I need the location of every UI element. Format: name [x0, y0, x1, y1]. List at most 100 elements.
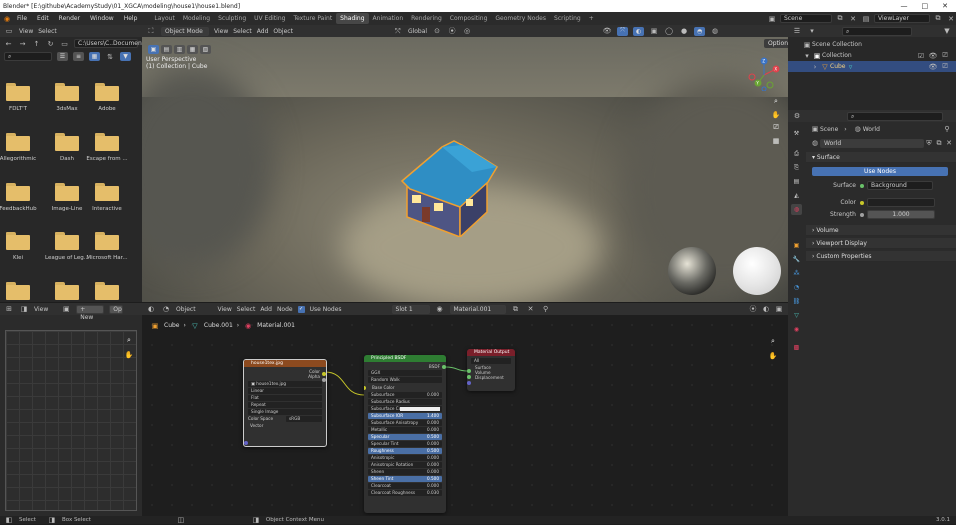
pan-hand-icon[interactable]: ✋ [771, 110, 781, 119]
bsdf-input-field[interactable]: Metallic 0.000 [368, 427, 442, 433]
menu-edit[interactable]: Edit [32, 15, 54, 22]
transform-orientation-selector[interactable]: Global [408, 28, 427, 35]
tool-tab-icon[interactable]: ⚒ [791, 128, 802, 139]
folder-icon[interactable] [55, 183, 79, 201]
material-tab-icon[interactable]: ◉ [791, 324, 802, 335]
texture-tab-icon[interactable]: ▩ [791, 342, 802, 353]
folder-icon[interactable] [95, 133, 119, 151]
displacement-input-socket[interactable] [467, 381, 471, 385]
open-image-button[interactable]: Ope [109, 304, 124, 314]
tab-uv-editing[interactable]: UV Editing [250, 13, 289, 24]
image-browse-icon[interactable]: ▣ [61, 305, 71, 314]
world-icon[interactable]: ◍ [810, 139, 820, 148]
volume-input-socket[interactable] [467, 375, 471, 379]
surface-input-socket[interactable] [467, 369, 471, 373]
solid-shading-icon[interactable]: ● [679, 27, 689, 36]
close-icon[interactable]: ✕ [944, 139, 954, 148]
folder-icon[interactable] [6, 232, 30, 250]
editor-type-icon[interactable]: ⛶ [146, 27, 156, 36]
thumbnails-icon[interactable]: ▦ [89, 52, 100, 61]
panel-volume[interactable]: › Volume [806, 225, 956, 236]
eye-icon[interactable]: 👁 [928, 51, 938, 60]
bsdf-input-field[interactable]: Subsurface Co... [368, 406, 442, 412]
new-image-button[interactable]: + New [76, 304, 105, 321]
physics-tab-icon[interactable]: ◔ [791, 282, 802, 293]
menu-select[interactable]: Select [237, 306, 256, 313]
panel-viewport-display[interactable]: › Viewport Display [806, 238, 956, 249]
add-workspace-button[interactable]: + [585, 13, 598, 24]
menu-add[interactable]: Add [257, 28, 269, 35]
camera-icon[interactable]: ⎚ [771, 123, 781, 132]
shader-node-editor[interactable]: ▣ Cube › ▽ Cube.001 › ◉ Material.001 ⌕ ✋… [142, 315, 788, 516]
folder-icon[interactable] [55, 133, 79, 151]
bsdf-input-field[interactable]: Subsurface IOR 1.400 [368, 413, 442, 419]
3d-viewport[interactable]: ▣ ▤ ▥ ▦ ▧ User Perspective (1) Collectio… [142, 37, 788, 302]
backdrop-icon[interactable]: ▣ [774, 305, 784, 314]
house-model[interactable] [392, 137, 532, 237]
menu-select[interactable]: Select [233, 28, 252, 35]
copy-icon[interactable]: ⧉ [934, 139, 944, 148]
menu-view[interactable]: View [19, 28, 33, 35]
object-tab-icon[interactable]: ▣ [791, 240, 802, 251]
scene-tab-icon[interactable]: ◭ [791, 190, 802, 201]
pin-icon[interactable]: ⚲ [541, 305, 551, 314]
menu-render[interactable]: Render [54, 15, 85, 22]
select-invert-icon[interactable]: ▦ [187, 45, 198, 54]
tab-compositing[interactable]: Compositing [446, 13, 492, 24]
image-file-field[interactable]: ▣ house1tex.jpg [248, 381, 322, 387]
bsdf-input-field[interactable]: Anisotropic Rotation 0.000 [368, 462, 442, 468]
tab-rendering[interactable]: Rendering [407, 13, 446, 24]
panel-surface[interactable]: ▾ Surface [806, 152, 956, 163]
transform-orientation-icon[interactable]: ⤲ [393, 27, 403, 36]
parent-dir-icon[interactable]: ↑ [32, 39, 41, 48]
zoom-icon[interactable]: ⌕ [124, 336, 134, 345]
tab-texture-paint[interactable]: Texture Paint [289, 13, 336, 24]
bsdf-input-field[interactable]: Clearcoat 0.000 [368, 483, 442, 489]
bsdf-input-field[interactable]: Subsurface 0.000 [368, 392, 442, 398]
select-subtract-icon[interactable]: ▥ [174, 45, 185, 54]
sort-icon[interactable]: ⇅ [105, 52, 115, 61]
menu-object[interactable]: Object [273, 28, 293, 35]
use-nodes-checkbox[interactable]: ✓ [297, 305, 305, 313]
checkbox-icon[interactable]: ☑ [916, 51, 926, 60]
snap-icon[interactable]: ⦿ [748, 305, 758, 314]
camera-icon[interactable]: ⎚ [940, 51, 950, 60]
bsdf-input-field[interactable]: Anisotropic 0.000 [368, 455, 442, 461]
new-folder-icon[interactable]: ▭ [60, 39, 69, 48]
tab-layout[interactable]: Layout [150, 13, 178, 24]
world-tab-icon[interactable]: ◍ [791, 204, 802, 215]
menu-view[interactable]: View [218, 306, 232, 313]
editor-type-icon[interactable]: ⊞ [4, 305, 14, 314]
color-output-socket[interactable] [322, 372, 326, 376]
rendered-shading-icon[interactable]: ◍ [710, 27, 720, 36]
image-texture-node[interactable]: house1tex.jpg Color Alpha ▣ house1tex.jp… [243, 359, 327, 447]
base-color-input-socket[interactable] [364, 385, 366, 390]
material-name-field[interactable]: Material.001 [449, 304, 506, 314]
editor-type-icon[interactable]: ☰ [792, 27, 802, 36]
overlay-icon[interactable]: ◐ [761, 305, 771, 314]
object-mode-selector[interactable]: Object Mode [161, 26, 209, 36]
select-extend-icon[interactable]: ▤ [161, 45, 172, 54]
select-intersect-icon[interactable]: ▧ [200, 45, 211, 54]
menu-view[interactable]: View [214, 28, 228, 35]
use-nodes-button[interactable]: Use Nodes [812, 167, 948, 176]
output-tab-icon[interactable]: ⎘ [791, 162, 802, 173]
interpolation-field[interactable]: Linear [248, 388, 322, 394]
editor-type-icon[interactable]: ◐ [146, 305, 156, 314]
scene-selector[interactable]: Scene [780, 14, 832, 23]
vector-input-socket[interactable] [244, 441, 248, 445]
bsdf-input-field[interactable]: Specular 0.500 [368, 434, 442, 440]
colorspace-field[interactable]: sRGB [286, 416, 322, 422]
menu-window[interactable]: Window [85, 15, 119, 22]
world-name-field[interactable]: World [820, 138, 924, 148]
folder-icon[interactable] [95, 83, 119, 101]
folder-icon[interactable] [6, 83, 30, 101]
source-field[interactable]: Single Image [248, 409, 322, 415]
filter-icon[interactable]: ▼ [120, 52, 131, 61]
tab-modeling[interactable]: Modeling [179, 13, 214, 24]
panel-custom-properties[interactable]: › Custom Properties [806, 251, 956, 262]
forward-arrow-icon[interactable]: → [18, 39, 27, 48]
bsdf-input-field[interactable]: Subsurface Radius [368, 399, 442, 405]
chevron-right-icon[interactable]: › [810, 62, 820, 71]
bsdf-output-socket[interactable] [442, 365, 446, 369]
